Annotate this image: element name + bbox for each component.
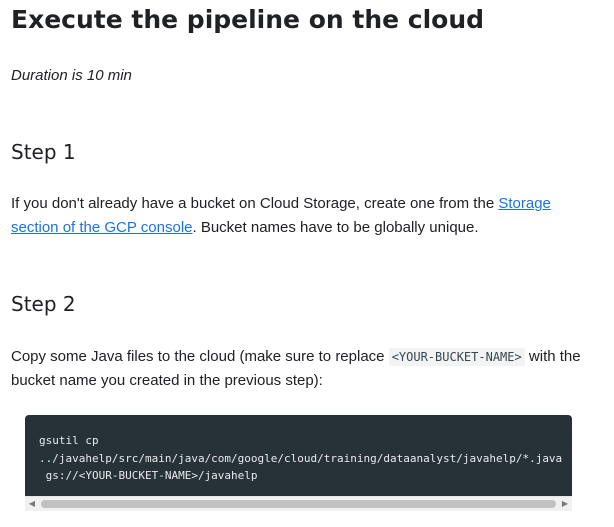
step-2-heading: Step 2 (11, 292, 76, 316)
step-1-text-before: If you don't already have a bucket on Cl… (11, 195, 499, 212)
scrollbar-thumb[interactable] (41, 500, 556, 508)
step-1-paragraph: If you don't already have a bucket on Cl… (11, 192, 581, 240)
page-title: Execute the pipeline on the cloud (11, 5, 485, 34)
step-2-text-before: Copy some Java files to the cloud (make … (11, 348, 389, 365)
bucket-name-placeholder-code: <YOUR-BUCKET-NAME> (388, 348, 525, 366)
codelab-page: Execute the pipeline on the cloud Durati… (0, 0, 614, 527)
step-1-text-after: . Bucket names have to be globally uniqu… (192, 219, 479, 236)
gsutil-command-code: gsutil cp ../javahelp/src/main/java/com/… (39, 434, 563, 482)
step-2-paragraph: Copy some Java files to the cloud (make … (11, 345, 581, 393)
code-block-horizontal-scrollbar[interactable]: ◀ ▶ (25, 496, 572, 511)
triangle-left-icon[interactable]: ◀ (25, 497, 39, 511)
duration-note: Duration is 10 min (11, 67, 132, 84)
step-1-heading: Step 1 (11, 140, 76, 164)
triangle-right-icon[interactable]: ▶ (558, 497, 572, 511)
